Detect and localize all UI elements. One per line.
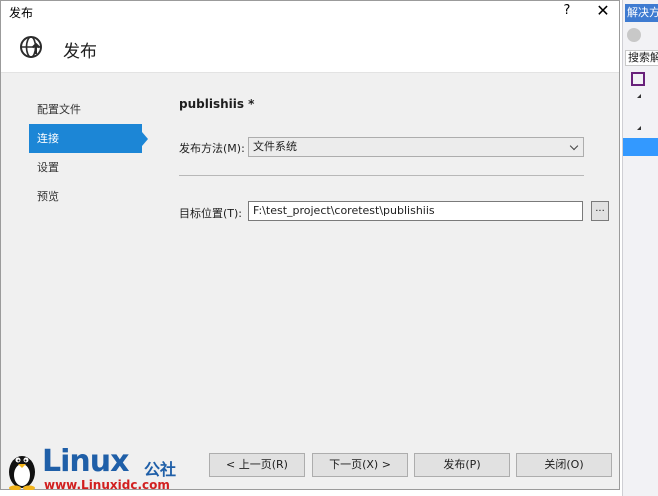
- globe-publish-icon: [20, 36, 42, 58]
- expand-triangle-icon[interactable]: [633, 126, 641, 130]
- expand-triangle-icon[interactable]: [633, 94, 641, 98]
- tux-penguin-icon: [9, 456, 35, 490]
- title-bar: 发布 ? ✕: [1, 1, 619, 23]
- background-solution-explorer: 解决方 搜索解: [622, 0, 658, 496]
- step-preview[interactable]: 预览: [29, 182, 149, 211]
- help-button[interactable]: ?: [557, 2, 577, 22]
- publish-method-select[interactable]: 文件系统: [248, 137, 584, 157]
- publish-method-value: 文件系统: [253, 140, 297, 153]
- close-window-button[interactable]: ✕: [589, 1, 617, 23]
- browse-button[interactable]: ...: [591, 201, 609, 221]
- prev-button[interactable]: < 上一页(R): [209, 453, 305, 477]
- page-title: 发布: [63, 42, 97, 62]
- target-location-input[interactable]: F:\test_project\coretest\publishiis: [248, 201, 583, 221]
- publish-button[interactable]: 发布(P): [414, 453, 510, 477]
- section-divider: [179, 175, 584, 176]
- watermark-brand-cn: 公社: [144, 460, 177, 479]
- step-profile[interactable]: 配置文件: [29, 95, 149, 124]
- dialog-header: 发布: [1, 23, 619, 73]
- solution-search-input[interactable]: 搜索解: [625, 50, 658, 66]
- selected-tree-row[interactable]: [623, 138, 658, 156]
- wizard-steps: 配置文件 连接 设置 预览: [29, 95, 149, 211]
- watermark-brand: Linux: [42, 444, 129, 479]
- chevron-down-icon: [569, 141, 579, 151]
- solution-explorer-tab[interactable]: 解决方: [625, 4, 658, 22]
- target-location-label: 目标位置(T):: [179, 207, 243, 220]
- back-nav-icon[interactable]: [627, 28, 641, 42]
- window-title: 发布: [9, 6, 34, 20]
- step-settings[interactable]: 设置: [29, 153, 149, 182]
- watermark: Linux 公社 www.Linuxidc.com: [4, 446, 204, 494]
- publish-method-label: 发布方法(M):: [179, 142, 245, 155]
- step-connection[interactable]: 连接: [29, 124, 148, 153]
- publish-dialog: 发布 ? ✕ 发布 配置文件 连接 设置 预览 publishiis * 发布方…: [0, 0, 620, 490]
- profile-name: publishiis *: [179, 97, 255, 111]
- close-button[interactable]: 关闭(O): [516, 453, 612, 477]
- watermark-url: www.Linuxidc.com: [44, 478, 170, 492]
- vs-solution-icon: [631, 72, 645, 86]
- next-button[interactable]: 下一页(X) >: [312, 453, 408, 477]
